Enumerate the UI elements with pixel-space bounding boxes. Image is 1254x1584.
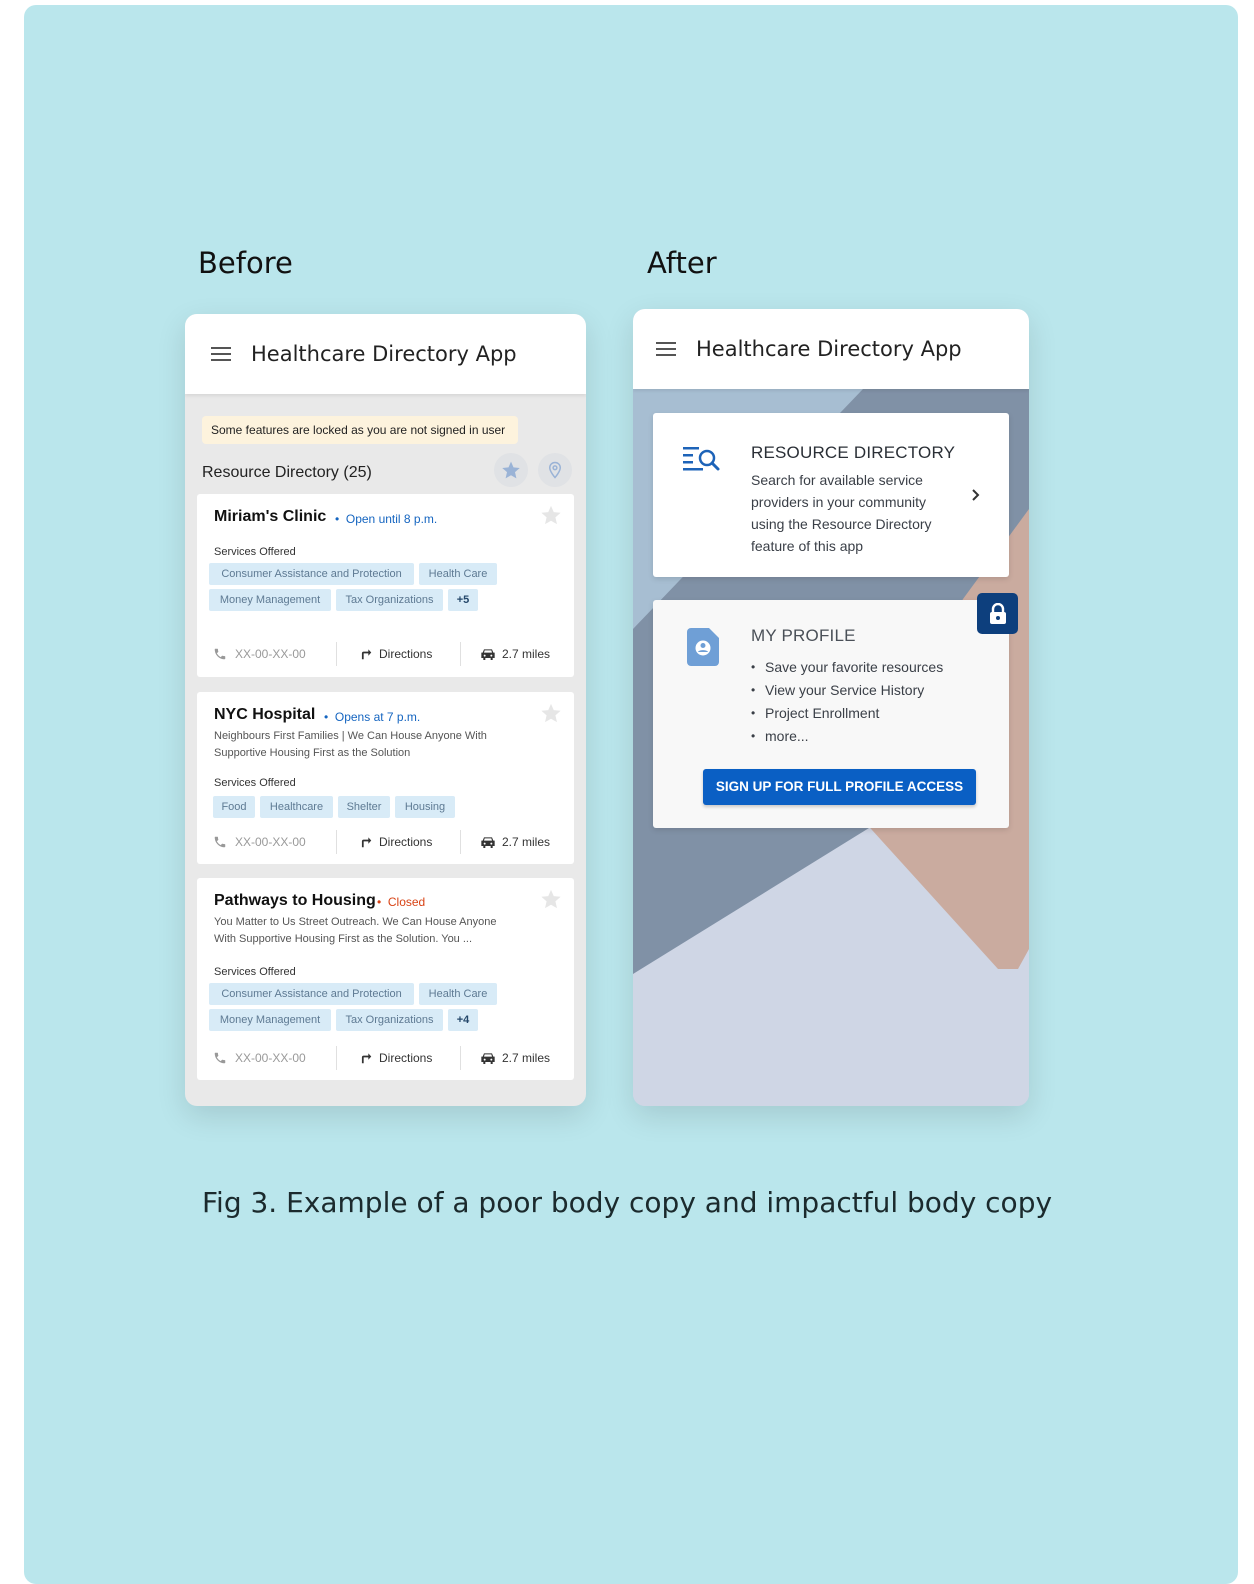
directions-arrow-icon bbox=[361, 837, 372, 848]
profile-benefits-list: Save your favorite resources View your S… bbox=[751, 656, 943, 748]
phone-icon bbox=[214, 836, 226, 848]
card-footer: XX-00-XX-00 Directions 2.7 miles bbox=[197, 642, 574, 666]
services-label: Services Offered bbox=[214, 966, 296, 978]
service-chip[interactable]: Health Care bbox=[419, 983, 497, 1005]
card-footer: XX-00-XX-00 Directions 2.7 miles bbox=[197, 830, 574, 854]
star-icon bbox=[502, 461, 520, 479]
resource-directory-description: Search for available service providers i… bbox=[751, 472, 932, 554]
phone-link[interactable]: XX-00-XX-00 bbox=[213, 1046, 306, 1070]
car-icon bbox=[481, 837, 495, 848]
resource-card[interactable]: Pathways to Housing • Closed You Matter … bbox=[197, 878, 574, 1080]
card-footer: XX-00-XX-00 Directions 2.7 miles bbox=[197, 1046, 574, 1070]
profile-document-icon bbox=[687, 628, 719, 666]
resource-status: • Closed bbox=[377, 895, 426, 909]
app-bar: Healthcare Directory App bbox=[185, 314, 586, 394]
more-services-chip[interactable]: +4 bbox=[448, 1009, 478, 1031]
directions-arrow-icon bbox=[361, 649, 372, 660]
service-chip[interactable]: Money Management bbox=[209, 589, 331, 611]
resource-directory-title: Resource Directory (25) bbox=[202, 464, 372, 481]
service-chip[interactable]: Consumer Assistance and Protection bbox=[209, 563, 414, 585]
list-item: Save your favorite resources bbox=[751, 656, 943, 679]
car-icon bbox=[481, 649, 495, 660]
app-bar: Healthcare Directory App bbox=[633, 309, 1029, 389]
favorites-filter-button[interactable] bbox=[494, 453, 528, 487]
directions-link[interactable]: Directions bbox=[359, 830, 432, 854]
distance-info: 2.7 miles bbox=[480, 1046, 550, 1070]
locked-features-banner: Some features are locked as you are not … bbox=[202, 416, 518, 444]
service-chip[interactable]: Shelter bbox=[338, 796, 390, 818]
search-list-icon bbox=[683, 447, 720, 471]
my-profile-title: MY PROFILE bbox=[751, 626, 856, 645]
service-chip[interactable]: Healthcare bbox=[260, 796, 333, 818]
menu-icon[interactable] bbox=[656, 342, 676, 356]
favorite-star-icon[interactable] bbox=[540, 504, 562, 526]
resource-card[interactable]: Miriam's Clinic • Open until 8 p.m. Serv… bbox=[197, 494, 574, 677]
resource-status: • Opens at 7 p.m. bbox=[324, 710, 421, 724]
service-chip[interactable]: Food bbox=[213, 796, 255, 818]
service-chip[interactable]: Tax Organizations bbox=[336, 1009, 443, 1031]
favorite-star-icon[interactable] bbox=[540, 702, 562, 724]
location-pin-icon bbox=[548, 461, 562, 479]
resource-directory-title: RESOURCE DIRECTORY bbox=[751, 443, 956, 462]
favorite-star-icon[interactable] bbox=[540, 888, 562, 910]
list-item: View your Service History bbox=[751, 679, 943, 702]
app-title: Healthcare Directory App bbox=[251, 342, 517, 366]
resource-name: Pathways to Housing bbox=[214, 892, 376, 909]
resource-description: Neighbours First Families | We Can House… bbox=[214, 730, 487, 759]
services-label: Services Offered bbox=[214, 777, 296, 789]
signup-button[interactable]: SIGN UP FOR FULL PROFILE ACCESS bbox=[703, 769, 976, 805]
distance-info: 2.7 miles bbox=[480, 830, 550, 854]
service-chip[interactable]: Housing bbox=[395, 796, 455, 818]
phone-icon bbox=[214, 1052, 226, 1064]
before-heading: Before bbox=[198, 246, 293, 280]
directions-link[interactable]: Directions bbox=[359, 642, 432, 666]
list-item: Project Enrollment bbox=[751, 702, 943, 725]
phone-icon bbox=[214, 648, 226, 660]
services-label: Services Offered bbox=[214, 546, 296, 558]
distance-info: 2.7 miles bbox=[480, 642, 550, 666]
car-icon bbox=[481, 1053, 495, 1064]
resource-directory-card[interactable]: RESOURCE DIRECTORY Search for available … bbox=[653, 413, 1009, 577]
app-title: Healthcare Directory App bbox=[696, 337, 962, 361]
resource-card[interactable]: NYC Hospital • Opens at 7 p.m. Neighbour… bbox=[197, 692, 574, 864]
lock-icon bbox=[989, 602, 1006, 624]
resource-name: NYC Hospital bbox=[214, 706, 316, 723]
menu-icon[interactable] bbox=[211, 347, 231, 361]
chevron-right-icon[interactable] bbox=[971, 488, 981, 502]
directions-link[interactable]: Directions bbox=[359, 1046, 432, 1070]
service-chip[interactable]: Money Management bbox=[209, 1009, 331, 1031]
service-chip[interactable]: Tax Organizations bbox=[336, 589, 443, 611]
figure-caption: Fig 3. Example of a poor body copy and i… bbox=[201, 1186, 1053, 1219]
phone-link[interactable]: XX-00-XX-00 bbox=[213, 642, 306, 666]
locked-badge bbox=[977, 593, 1018, 634]
list-item: more... bbox=[751, 725, 943, 748]
more-services-chip[interactable]: +5 bbox=[448, 589, 478, 611]
phone-link[interactable]: XX-00-XX-00 bbox=[213, 830, 306, 854]
resource-name: Miriam's Clinic bbox=[214, 508, 327, 525]
resource-status: • Open until 8 p.m. bbox=[335, 512, 438, 526]
service-chip[interactable]: Health Care bbox=[419, 563, 497, 585]
resource-description: You Matter to Us Street Outreach. We Can… bbox=[214, 916, 497, 945]
service-chip[interactable]: Consumer Assistance and Protection bbox=[209, 983, 414, 1005]
directions-arrow-icon bbox=[361, 1053, 372, 1064]
map-view-button[interactable] bbox=[538, 453, 572, 487]
after-heading: After bbox=[647, 246, 717, 280]
